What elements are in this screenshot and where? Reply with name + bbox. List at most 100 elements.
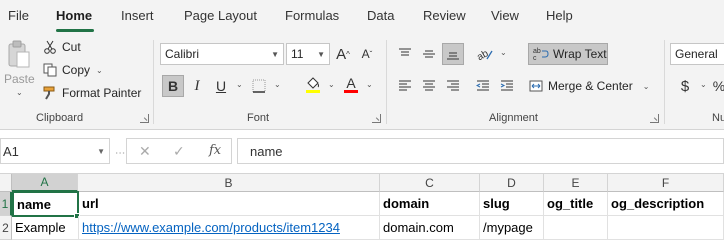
row-header-2[interactable]: 2 xyxy=(0,216,12,240)
clipboard-dialog-launcher-icon[interactable] xyxy=(140,114,149,123)
ribbon: Paste ⌄ Cut Copy ⌄ Format Painter Clipbo… xyxy=(0,34,724,130)
wrap-text-button[interactable]: ab c Wrap Text xyxy=(528,43,608,65)
ribbon-tab-bar: File Home Insert Page Layout Formulas Da… xyxy=(0,0,724,34)
orientation-dropdown-icon[interactable]: ⌄ xyxy=(500,48,507,57)
column-header-e[interactable]: E xyxy=(544,174,608,192)
cell-c1[interactable]: domain xyxy=(380,192,480,216)
align-center-button[interactable] xyxy=(418,75,440,97)
grow-font-button[interactable]: A ^ xyxy=(332,43,354,65)
underline-button[interactable]: U xyxy=(210,75,232,97)
align-middle-icon xyxy=(423,50,435,58)
insert-function-icon[interactable]: fx xyxy=(209,143,221,158)
percent-icon: % xyxy=(712,78,724,94)
font-size-value: 11 xyxy=(291,47,304,61)
copy-label: Copy xyxy=(62,63,91,77)
font-family-select[interactable]: Calibri ▼ xyxy=(160,43,284,65)
fill-color-dropdown-icon[interactable]: ⌄ xyxy=(328,80,335,89)
chevron-down-icon: ▼ xyxy=(271,50,279,59)
decrease-indent-button[interactable] xyxy=(472,75,494,97)
tab-formulas[interactable]: Formulas xyxy=(285,8,339,23)
tab-view[interactable]: View xyxy=(491,8,519,23)
cell-b2-hyperlink[interactable]: https://www.example.com/products/item123… xyxy=(79,216,380,240)
worksheet-grid: A B C D E F 1 2 name url domain slug og_… xyxy=(0,174,724,250)
column-header-d[interactable]: D xyxy=(480,174,544,192)
number-format-select[interactable]: General xyxy=(670,43,724,65)
paste-button[interactable]: Paste ⌄ xyxy=(4,40,35,97)
increase-indent-button[interactable] xyxy=(496,75,518,97)
align-left-icon xyxy=(399,80,411,91)
cell-a1[interactable]: name xyxy=(12,191,79,217)
alignment-dialog-launcher-icon[interactable] xyxy=(650,114,659,123)
cell-c2[interactable]: domain.com xyxy=(380,216,480,240)
format-painter-button[interactable]: Format Painter xyxy=(42,85,141,101)
row-header-1[interactable]: 1 xyxy=(0,192,12,216)
percent-style-button[interactable]: % xyxy=(708,75,724,97)
paint-bucket-icon xyxy=(306,77,320,93)
cell-e2[interactable] xyxy=(544,216,608,240)
group-divider xyxy=(153,40,154,124)
cell-b1[interactable]: url xyxy=(79,192,380,216)
merge-center-button[interactable]: Merge & Center ⌄ xyxy=(528,78,649,94)
tab-file[interactable]: File xyxy=(8,8,29,23)
cell-f2[interactable] xyxy=(608,216,724,240)
group-divider xyxy=(386,40,387,124)
column-header-b[interactable]: B xyxy=(78,174,380,192)
column-header-c[interactable]: C xyxy=(380,174,480,192)
enter-check-icon[interactable]: ✓ xyxy=(173,143,185,160)
cell-e1[interactable]: og_title xyxy=(544,192,608,216)
formula-input[interactable]: name xyxy=(237,138,724,164)
tab-insert[interactable]: Insert xyxy=(121,8,154,23)
copy-dropdown-icon[interactable]: ⌄ xyxy=(96,66,103,75)
select-all-button[interactable] xyxy=(0,174,12,192)
group-divider xyxy=(664,40,665,124)
merge-center-label: Merge & Center xyxy=(548,79,633,93)
borders-button[interactable] xyxy=(248,75,270,97)
tab-home[interactable]: Home xyxy=(56,8,92,23)
accounting-dropdown-icon[interactable]: ⌄ xyxy=(700,80,707,89)
tab-data[interactable]: Data xyxy=(367,8,394,23)
cell-a2[interactable]: Example xyxy=(12,216,79,240)
svg-text:c: c xyxy=(533,55,537,61)
font-size-select[interactable]: 11 ▼ xyxy=(286,43,330,65)
paste-label: Paste xyxy=(4,72,35,86)
borders-dropdown-icon[interactable]: ⌄ xyxy=(274,80,281,89)
wrap-text-icon: abc xyxy=(533,48,549,61)
copy-icon xyxy=(42,62,58,78)
orientation-button[interactable]: ab xyxy=(474,43,496,65)
column-header-f[interactable]: F xyxy=(608,174,724,192)
formula-buttons: ✕ ✓ fx xyxy=(126,138,232,164)
bold-button[interactable]: B xyxy=(162,75,184,97)
align-middle-button[interactable] xyxy=(418,43,440,65)
format-painter-label: Format Painter xyxy=(62,86,142,100)
tab-help[interactable]: Help xyxy=(546,8,573,23)
align-bottom-button[interactable] xyxy=(442,43,464,65)
italic-button[interactable]: I xyxy=(186,75,208,97)
formula-bar: A1 ▼ ⋮ ✕ ✓ fx name xyxy=(0,130,724,174)
align-left-button[interactable] xyxy=(394,75,416,97)
cut-button[interactable]: Cut xyxy=(42,39,81,55)
underline-dropdown-icon[interactable]: ⌄ xyxy=(236,80,243,89)
chevron-down-icon[interactable]: ▼ xyxy=(97,147,105,156)
font-dialog-launcher-icon[interactable] xyxy=(372,114,381,123)
accounting-format-button[interactable]: $ xyxy=(674,75,696,97)
align-top-button[interactable] xyxy=(394,43,416,65)
font-color-button[interactable]: A xyxy=(340,73,362,95)
formula-content: name xyxy=(250,143,283,159)
chevron-down-icon: ▼ xyxy=(317,50,325,59)
cancel-icon[interactable]: ✕ xyxy=(139,143,151,160)
merge-dropdown-icon[interactable]: ⌄ xyxy=(643,82,650,91)
tab-page-layout[interactable]: Page Layout xyxy=(184,8,257,23)
font-color-dropdown-icon[interactable]: ⌄ xyxy=(366,80,373,89)
font-family-value: Calibri xyxy=(165,47,200,61)
align-right-button[interactable] xyxy=(442,75,464,97)
shrink-font-button[interactable]: Aˇ xyxy=(356,43,378,65)
column-header-a[interactable]: A xyxy=(12,174,78,192)
cell-d2[interactable]: /mypage xyxy=(480,216,544,240)
tab-review[interactable]: Review xyxy=(423,8,466,23)
splitter-handle-icon[interactable]: ⋮ xyxy=(114,148,125,157)
name-box[interactable]: A1 ▼ xyxy=(0,138,110,164)
cell-d1[interactable]: slug xyxy=(480,192,544,216)
cell-f1[interactable]: og_description xyxy=(608,192,724,216)
fill-color-button[interactable] xyxy=(302,73,324,95)
copy-button[interactable]: Copy ⌄ xyxy=(42,62,103,78)
